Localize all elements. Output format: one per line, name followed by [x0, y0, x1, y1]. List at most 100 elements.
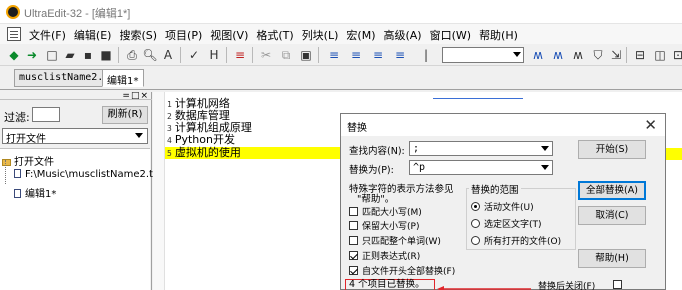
print-icon[interactable]: ⎙ [124, 47, 140, 63]
filter-input[interactable] [32, 107, 60, 122]
replace-dialog: 替换 ✕ 查找内容(N): ; 替换为(P): ^p 特殊字符的表示方法参见 "… [340, 113, 666, 290]
line-number: 4 [167, 136, 172, 145]
align-right-icon[interactable]: ≡ [370, 47, 386, 63]
find-icon[interactable]: ʍ [530, 47, 546, 63]
chevron-down-icon[interactable] [541, 146, 549, 151]
chevron-down-icon[interactable] [541, 165, 549, 170]
replace-input[interactable]: ^p [409, 160, 553, 175]
toolbar-separator [252, 47, 253, 63]
replace-all-button[interactable]: 全部替换(A) [578, 181, 646, 200]
preserve-case-checkbox[interactable]: 保留大小写(P) [349, 219, 419, 232]
close-icon[interactable]: ✕ [644, 116, 657, 134]
scope-selection-radio[interactable]: 选定区文字(T) [471, 217, 542, 230]
checkbox-label: 匹配大小写(M) [362, 208, 422, 218]
dialog-title: 替换 [347, 123, 367, 134]
scope-active-file-radio[interactable]: 活动文件(U) [471, 200, 534, 213]
panel-close-icon[interactable]: =□× [122, 91, 149, 101]
print-preview-icon[interactable]: 🔍︎ [142, 47, 158, 63]
scope-all-files-radio[interactable]: 所有打开的文件(O) [471, 234, 561, 247]
goto-icon[interactable]: ⇲ [608, 47, 624, 63]
close-after-replace-checkbox[interactable] [613, 280, 622, 289]
paste-icon[interactable]: ▣ [298, 47, 314, 63]
bracket-icon[interactable]: | [418, 47, 434, 63]
open-folder-icon[interactable]: ▰ [62, 47, 78, 63]
chevron-down-icon [135, 133, 143, 138]
find-input-value: ; [413, 143, 420, 154]
forward-arrow-icon[interactable]: ➜ [24, 47, 40, 63]
menu-file[interactable]: 文件(F) [25, 27, 70, 43]
tile-window-icon[interactable]: ◫ [652, 47, 668, 63]
menu-view[interactable]: 视图(V) [206, 27, 252, 43]
document-icon [14, 169, 21, 178]
title-bar: UltraEdit-32 - [编辑1*] [0, 0, 682, 24]
checkbox-label: 只匹配整个单词(W) [362, 237, 441, 247]
match-case-checkbox[interactable]: 匹配大小写(M) [349, 205, 422, 218]
help-button[interactable]: 帮助(H) [578, 249, 646, 268]
replace-input-value: ^p [413, 162, 426, 173]
line-text: 虚拟机的使用 [174, 146, 241, 159]
refresh-button[interactable]: 刷新(R) [102, 106, 148, 124]
save-icon[interactable]: ■ [98, 47, 114, 63]
open-files-select[interactable]: 打开文件 [2, 128, 148, 145]
chevron-down-icon [513, 52, 521, 57]
justify-icon[interactable]: ≡ [392, 47, 408, 63]
start-button[interactable]: 开始(S) [578, 140, 646, 159]
menu-edit[interactable]: 编辑(E) [70, 27, 116, 43]
tree-item[interactable]: F:\Music\musclistName2.txt [14, 169, 163, 180]
word-wrap-icon[interactable]: ≡ [232, 47, 248, 63]
editor-line[interactable]: 4 Python开发 [167, 134, 235, 146]
whole-word-checkbox[interactable]: 只匹配整个单词(W) [349, 234, 441, 247]
menu-column[interactable]: 列块(L) [298, 27, 343, 43]
tree-root-label: 打开文件 [14, 157, 54, 168]
menu-help[interactable]: 帮助(H) [475, 27, 522, 43]
tree-root[interactable]: 打开文件 [2, 153, 54, 168]
close-file-icon[interactable]: ▪ [80, 47, 96, 63]
font-icon[interactable]: A [160, 47, 176, 63]
line-number: 3 [167, 124, 172, 133]
cascade-window-icon[interactable]: ⊡ [670, 47, 682, 63]
editor-gutter [153, 92, 165, 290]
open-files-select-value: 打开文件 [6, 134, 46, 145]
cut-icon[interactable]: ✂ [258, 47, 274, 63]
checkbox-box [349, 207, 358, 216]
line-text: Python开发 [174, 133, 235, 146]
back-arrow-icon[interactable]: ◆ [6, 47, 22, 63]
menu-macro[interactable]: 宏(M) [342, 27, 379, 43]
toolbar-separator [318, 47, 319, 63]
copy-icon[interactable]: ⧉ [278, 47, 294, 63]
align-left-icon[interactable]: ≡ [326, 47, 342, 63]
radio-dot [471, 219, 480, 228]
panel-header: =□× [0, 91, 152, 101]
line-number: 2 [167, 112, 172, 121]
split-window-icon[interactable]: ⊟ [632, 47, 648, 63]
file-tab-bar: musclistName2.txt 编辑1* [0, 66, 682, 90]
spell-check-icon[interactable]: ✓ [186, 47, 202, 63]
toolbar-dropdown[interactable] [442, 47, 524, 63]
menu-search[interactable]: 搜索(S) [115, 27, 161, 43]
hex-mode-icon[interactable]: H [206, 47, 222, 63]
replace-icon[interactable]: ʍ [570, 47, 586, 63]
menu-window[interactable]: 窗口(W) [426, 27, 475, 43]
menu-format[interactable]: 格式(T) [252, 27, 297, 43]
status-message: 4 个项目已替换。 [345, 279, 435, 290]
align-center-icon[interactable]: ≡ [348, 47, 364, 63]
tab-edit1[interactable]: 编辑1* [102, 69, 145, 87]
find-in-files-icon[interactable]: ⛉ [590, 47, 606, 63]
menu-advanced[interactable]: 高级(A) [379, 27, 425, 43]
tree-item[interactable]: 编辑1* [14, 185, 56, 200]
menu-project[interactable]: 项目(P) [161, 27, 206, 43]
replace-from-top-checkbox[interactable]: 自文件开头全部替换(F) [349, 264, 455, 277]
editor-line-current[interactable]: 5 虚拟机的使用 [165, 147, 353, 159]
find-next-icon[interactable]: ʍ [550, 47, 566, 63]
regex-checkbox[interactable]: 正则表达式(R) [349, 249, 420, 262]
document-icon [14, 189, 21, 198]
filter-label: 过滤: [4, 111, 30, 124]
cancel-button[interactable]: 取消(C) [578, 206, 646, 225]
new-file-icon[interactable]: □ [44, 47, 60, 63]
radio-label: 活动文件(U) [484, 203, 534, 213]
toolbar-separator [226, 47, 227, 63]
find-input[interactable]: ; [409, 141, 553, 156]
document-menu-icon[interactable] [7, 27, 21, 41]
checkbox-label: 正则表达式(R) [362, 252, 421, 262]
dialog-title-bar: 替换 ✕ [341, 114, 665, 136]
